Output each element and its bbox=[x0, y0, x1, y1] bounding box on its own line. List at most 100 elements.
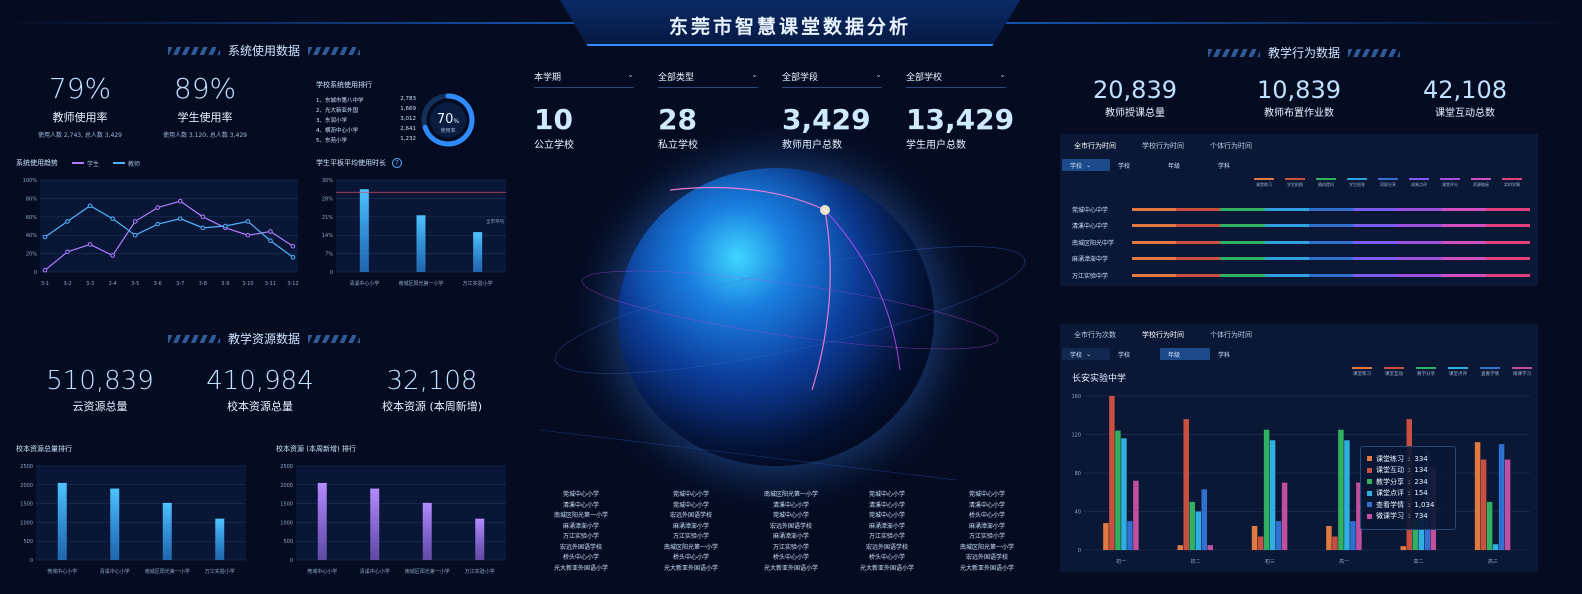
stripe-decoration bbox=[1208, 48, 1260, 57]
tooltip-swatch bbox=[1367, 479, 1372, 485]
school-columns: 莞城中心小学 清溪中心小学 南城区阳光第一小学 麻涌漳澎小学 万江实验小学 宏远外国语学校… bbox=[534, 490, 1034, 580]
trend-chart: 0 20% 40% 60% 80% 100% 3-1 3-2 3-3 3-4 3-5 3-6 3-7 3-… bbox=[23, 178, 299, 287]
bar bbox=[110, 488, 120, 560]
teaching-stat: 20,839 教师授课总量 bbox=[1070, 76, 1200, 119]
data-point bbox=[87, 203, 93, 209]
behavior-row: 万江实验中学 bbox=[1072, 267, 1532, 284]
subtab-label: 学校 bbox=[1070, 162, 1083, 170]
behavior-row-label: 麻涌漳澎中学 bbox=[1072, 256, 1109, 264]
bar bbox=[1115, 430, 1121, 550]
student-rate-value: 89% bbox=[173, 72, 237, 105]
behavior-segment bbox=[1132, 224, 1177, 228]
bar bbox=[1257, 536, 1264, 550]
center-stat-label: 教师用户总数 bbox=[782, 140, 842, 151]
tablet-chart: 0 7% 14% 21% 28% 30% 清溪中心小学 南城区阳光第一小学 万江实验小学 全市平均 bbox=[322, 178, 506, 287]
subtab-3[interactable]: 学科 bbox=[1210, 159, 1260, 171]
filter-dropdown[interactable]: 全部学校 ⌄ bbox=[906, 70, 1006, 88]
y-tick-label: 500 bbox=[23, 539, 33, 545]
y-tick-label: 1500 bbox=[280, 502, 293, 508]
data-point bbox=[65, 249, 70, 255]
school-name: 光大新亚外国语小学 bbox=[859, 564, 914, 572]
subtab-0[interactable]: 学校 ⌄ bbox=[1062, 348, 1110, 360]
behavior-segment bbox=[1264, 240, 1309, 244]
behavior-chart: 0 40 80 120 160 初一 初二 初三 高一 高二 高三 bbox=[1071, 394, 1530, 565]
bar bbox=[1189, 501, 1195, 550]
reference-label: 全市平均 bbox=[486, 218, 504, 225]
data-point bbox=[245, 219, 251, 224]
legend-swatch bbox=[1384, 367, 1404, 369]
behavior-segment bbox=[1308, 207, 1354, 211]
bar bbox=[1103, 523, 1109, 550]
bar bbox=[473, 232, 483, 272]
y-tick-label: 160 bbox=[1071, 394, 1081, 400]
subtab-label: 学科 bbox=[1218, 351, 1231, 359]
filter-dropdown[interactable]: 全部类型 ⌄ bbox=[658, 70, 758, 88]
bar bbox=[1350, 521, 1356, 550]
tab-2[interactable]: 个体行为时间 bbox=[1210, 330, 1252, 340]
x-tick-label: 万江实验小学 bbox=[205, 568, 235, 575]
tab-2[interactable]: 个体行为时间 bbox=[1210, 141, 1252, 151]
tab-1[interactable]: 学校行为时间 bbox=[1142, 330, 1184, 340]
school-name: 桥头中心小学 bbox=[672, 554, 709, 561]
school-name: 光大新亚外国语小学 bbox=[959, 564, 1014, 572]
subtab-2[interactable]: 年级 bbox=[1160, 348, 1210, 360]
ranking-name: 1、东城市第八中学 bbox=[316, 98, 364, 104]
bar bbox=[1121, 438, 1127, 550]
behavior-segment bbox=[1264, 207, 1309, 211]
behavior-segment bbox=[1441, 240, 1486, 244]
panel1-tabs: 全市行为时间 学校行为时间 个体行为时间 bbox=[1074, 141, 1252, 151]
x-tick-label: 南城区阳光第一小学 bbox=[145, 568, 190, 575]
behavior-segment bbox=[1308, 240, 1354, 244]
tab-1[interactable]: 学校行为时间 bbox=[1142, 141, 1184, 151]
bar bbox=[1201, 489, 1207, 550]
x-tick-label: 南城区阳光第一小学 bbox=[405, 568, 450, 575]
x-tick-label: 3-1 bbox=[41, 281, 49, 287]
y-tick-label: 1000 bbox=[280, 520, 293, 526]
filter-dropdown[interactable]: 本学期 ⌄ bbox=[534, 70, 634, 88]
behavior-segment bbox=[1264, 273, 1309, 277]
y-tick-label: 500 bbox=[283, 539, 293, 545]
ranking-value: 2,641 bbox=[400, 126, 416, 132]
school-ranking: 学校系统使用排行 1、东城市第八中学 2,783 2、光大新亚外国 1,669 3、东润… bbox=[316, 80, 416, 146]
subtab-1[interactable]: 学校 bbox=[1110, 348, 1160, 360]
subtab-3[interactable]: 学科 bbox=[1210, 348, 1260, 360]
x-tick-label: 3-8 bbox=[199, 281, 207, 287]
x-tick-label: 3-3 bbox=[86, 281, 94, 287]
behavior-segment bbox=[1176, 207, 1221, 211]
data-point bbox=[200, 214, 206, 220]
x-tick-label: 高三 bbox=[1488, 558, 1498, 565]
legend-item: 查看学情 bbox=[1476, 367, 1504, 377]
behavior-segment bbox=[1397, 207, 1442, 211]
filter-dropdown[interactable]: 全部学段 ⌄ bbox=[782, 70, 882, 88]
subtab-1[interactable]: 学校 bbox=[1110, 159, 1160, 171]
tab-0[interactable]: 全市行为时间 bbox=[1074, 141, 1116, 151]
donut-label: 使用率 bbox=[440, 128, 456, 134]
ranking-title: 学校系统使用排行 bbox=[316, 81, 372, 89]
y-tick-label: 20% bbox=[26, 252, 37, 258]
school-name: 宏远外国语学校 bbox=[559, 543, 602, 551]
center-stat-value: 28 bbox=[658, 103, 697, 136]
help-icon[interactable]: ? bbox=[392, 158, 402, 168]
trend-title: 系统使用趋势 bbox=[16, 159, 58, 167]
tooltip-row: 微课学习:734 bbox=[1367, 511, 1449, 523]
behavior-segment bbox=[1264, 224, 1309, 228]
school-name: 清溪中心小学 bbox=[868, 501, 905, 509]
school-column: 莞城中心小学 莞城中心小学 宏远外国语学校 麻涌漳澎小学 万江实验小学 南城区阳光第一小学… bbox=[636, 490, 746, 574]
legend-label: 查看学情 bbox=[1481, 372, 1499, 377]
teacher-rate-value: 79% bbox=[48, 72, 112, 105]
tooltip-swatch bbox=[1367, 467, 1372, 473]
subtab-2[interactable]: 年级 bbox=[1160, 159, 1210, 171]
school-name: 莞城中心小学 bbox=[868, 491, 905, 498]
teacher-rate-label: 教师使用率 bbox=[52, 111, 108, 124]
behavior-segment bbox=[1485, 224, 1530, 228]
y-tick-label: 1500 bbox=[20, 502, 33, 508]
rank2-title: 校本资源 (本周新增) 排行 bbox=[276, 445, 356, 453]
subtab-0[interactable]: 学校 ⌄ bbox=[1062, 159, 1110, 171]
tab-0[interactable]: 全市行为次数 bbox=[1074, 330, 1116, 340]
y-tick-label: 0 bbox=[290, 558, 293, 564]
bar bbox=[1498, 444, 1505, 550]
bar bbox=[1338, 429, 1344, 550]
bar bbox=[1127, 521, 1133, 550]
x-tick-label: 清溪中心小学 bbox=[100, 568, 130, 575]
data-point bbox=[290, 243, 296, 249]
